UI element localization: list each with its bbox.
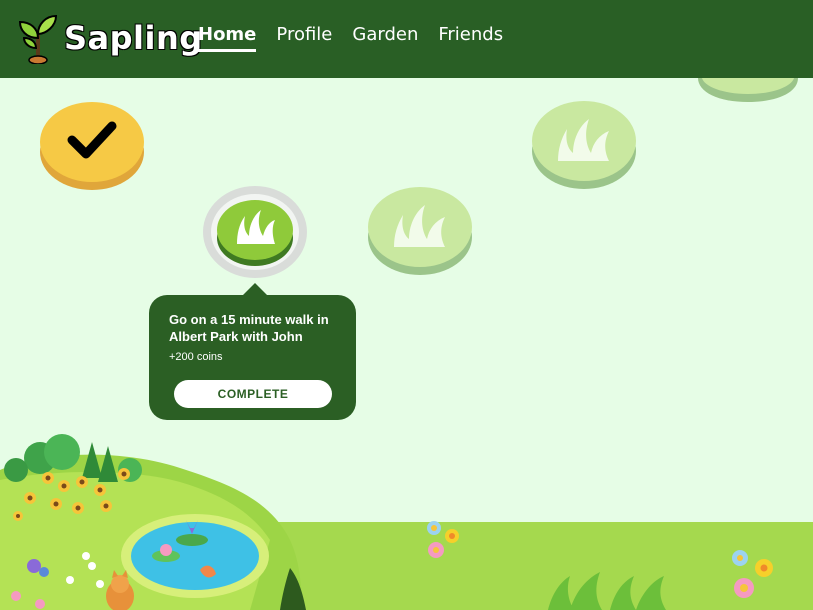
dog-icon	[106, 570, 134, 610]
nav-friends[interactable]: Friends	[438, 24, 503, 52]
complete-button[interactable]: COMPLETE	[174, 380, 332, 408]
main-nav: Home Profile Garden Friends	[198, 24, 523, 52]
task-tooltip: Go on a 15 minute walk in Albert Park wi…	[149, 283, 356, 420]
flower-icon	[427, 521, 773, 598]
logo[interactable]: Sapling	[16, 12, 203, 64]
top-nav-bar: Sapling Home Profile Garden Friends	[0, 0, 813, 78]
sunflower-icon	[13, 468, 130, 521]
path-node-locked[interactable]	[531, 99, 637, 191]
path-node-completed[interactable]	[39, 100, 145, 192]
nav-profile[interactable]: Profile	[276, 24, 332, 52]
grass-tuft-icon	[548, 572, 666, 610]
nav-home[interactable]: Home	[198, 24, 257, 52]
tree-icon	[4, 434, 142, 482]
path-node-locked[interactable]	[367, 185, 473, 277]
sapling-logo-icon	[18, 14, 58, 64]
pond-icon	[121, 514, 269, 598]
brand-name: Sapling	[64, 19, 203, 57]
task-title: Go on a 15 minute walk in Albert Park wi…	[169, 312, 329, 344]
path-node-current[interactable]	[203, 186, 309, 278]
path-node-locked-top[interactable]	[696, 78, 800, 104]
task-reward: +200 coins	[169, 351, 223, 363]
nav-garden[interactable]: Garden	[352, 24, 418, 52]
garden-scenery	[0, 434, 813, 610]
flower-icon	[11, 552, 104, 609]
